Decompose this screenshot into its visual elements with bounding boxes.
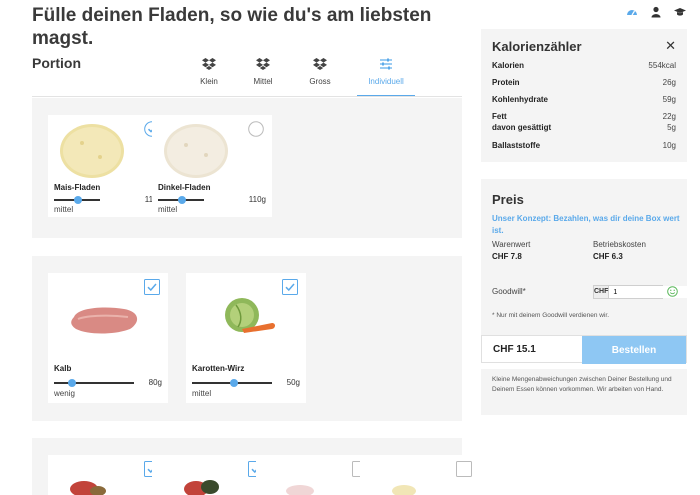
tab-label: Individuell: [368, 77, 404, 86]
slider-handle[interactable]: [68, 379, 76, 387]
nutrition-row: Kalorien 554kcal: [492, 61, 676, 73]
calorie-counter: Kalorienzähler ✕ Kalorien 554kcal Protein…: [481, 29, 687, 162]
nutrition-value: 26g: [662, 78, 676, 87]
bread-card-dinkel[interactable]: Dinkel-Fladen 110g mittel: [152, 115, 272, 217]
ingredient-name: Karotten-Wirz: [192, 364, 245, 373]
goodwill-label: Goodwill*: [492, 287, 526, 296]
extra-card[interactable]: [152, 455, 272, 495]
goodwill-input[interactable]: [609, 286, 700, 298]
tab-gross[interactable]: Gross: [291, 57, 349, 97]
ingredient-amount: 80g: [148, 378, 162, 387]
order-bar: CHF 15.1 Bestellen: [481, 335, 687, 364]
tab-label: Gross: [309, 77, 331, 86]
nutrition-label: davon gesättigt: [492, 123, 552, 132]
slider-handle[interactable]: [230, 379, 238, 387]
dashboard-icon[interactable]: [626, 6, 638, 18]
nutrition-value: 10g: [662, 141, 676, 150]
tab-label: Klein: [200, 77, 218, 86]
warenwert-value: CHF 7.8: [492, 252, 522, 261]
close-icon[interactable]: ✕: [665, 38, 676, 54]
nutrition-row: davon gesättigt 5g: [492, 123, 676, 135]
ingredient-amount: 50g: [286, 378, 300, 387]
nutrition-value: 5g: [667, 123, 676, 132]
nutrition-row: Protein 26g: [492, 78, 676, 90]
nutrition-value: 59g: [662, 95, 676, 104]
filling-panel: Kalb 80g wenig Karotten-Wirz 50g mittel: [32, 256, 462, 421]
amount-slider[interactable]: [158, 196, 204, 204]
dropbox-icon: [313, 58, 327, 70]
bread-panel: Mais-Fladen 110g mittel Dinkel-Fladen 11…: [32, 98, 462, 238]
ingredient-name: Kalb: [54, 364, 72, 373]
tab-label: Mittel: [253, 77, 273, 86]
ingredient-amount: 110g: [248, 195, 266, 204]
bread-card-mais[interactable]: Mais-Fladen 110g mittel: [48, 115, 168, 217]
portion-label: Portion: [32, 55, 81, 71]
tab-individuell[interactable]: Individuell: [357, 57, 415, 97]
nutrition-row: Kohlenhydrate 59g: [492, 95, 676, 107]
page-title: Fülle deinen Fladen, so wie du's am lieb…: [32, 5, 432, 49]
betriebskosten-label: Betriebskosten: [593, 240, 646, 249]
extra-card[interactable]: [48, 455, 168, 495]
sliders-icon: [380, 58, 392, 70]
extra-card[interactable]: [360, 455, 480, 495]
checkbox-checked[interactable]: [282, 279, 298, 295]
filling-card-karotten-wirz[interactable]: Karotten-Wirz 50g mittel: [186, 273, 306, 403]
graduation-cap-icon[interactable]: [674, 6, 686, 18]
total-price: CHF 15.1: [493, 344, 536, 355]
ingredient-size: wenig: [54, 389, 75, 398]
ingredient-size: mittel: [158, 205, 178, 214]
price-panel: Preis Unser Konzept: Bezahlen, was dir d…: [481, 179, 700, 335]
nutrition-label: Fett: [492, 112, 507, 121]
ingredient-size: mittel: [54, 205, 74, 214]
dropbox-icon: [202, 58, 216, 70]
concept-text: Unser Konzept: Bezahlen, was dir deine B…: [492, 214, 680, 235]
order-button[interactable]: Bestellen: [582, 336, 686, 364]
slider-handle[interactable]: [178, 196, 186, 204]
nutrition-value: 22g: [662, 112, 676, 121]
nutrition-label: Kohlenhydrate: [492, 95, 549, 104]
extra-card[interactable]: [256, 455, 376, 495]
nutrition-label: Protein: [492, 78, 520, 87]
nutrition-label: Kalorien: [492, 61, 525, 70]
checkbox-unchecked[interactable]: [248, 121, 264, 137]
checkbox-unchecked[interactable]: [456, 461, 472, 477]
price-title: Preis: [492, 192, 524, 207]
amount-slider[interactable]: [54, 196, 100, 204]
portion-tabs: Klein Mittel Gross Individuell: [180, 57, 464, 97]
fine-print: Kleine Mengenabweichungen zwischen Deine…: [481, 369, 687, 415]
betriebskosten-value: CHF 6.3: [593, 252, 623, 261]
tab-klein[interactable]: Klein: [180, 57, 238, 97]
amount-slider[interactable]: [192, 379, 272, 387]
user-icon[interactable]: [650, 6, 662, 18]
calorie-title: Kalorienzähler: [492, 39, 582, 54]
warenwert-label: Warenwert: [492, 240, 531, 249]
slider-handle[interactable]: [74, 196, 82, 204]
extras-panel: [32, 438, 480, 495]
nutrition-value: 554kcal: [648, 61, 676, 70]
nutrition-label: Ballaststoffe: [492, 141, 541, 150]
checkbox-checked[interactable]: [144, 279, 160, 295]
filling-card-kalb[interactable]: Kalb 80g wenig: [48, 273, 168, 403]
nutrition-row: Ballaststoffe 10g: [492, 141, 676, 153]
amount-slider[interactable]: [54, 379, 134, 387]
goodwill-note: * Nur mit deinem Goodwill verdienen wir.: [492, 312, 610, 319]
ingredient-name: Dinkel-Fladen: [158, 183, 211, 192]
smiley-icon: [667, 286, 678, 297]
ingredient-name: Mais-Fladen: [54, 183, 101, 192]
top-icons: [626, 6, 686, 18]
goodwill-stepper: CHF ▲▼: [593, 285, 700, 299]
ingredient-size: mittel: [192, 389, 212, 398]
tabs-divider: [32, 96, 462, 97]
tab-mittel[interactable]: Mittel: [234, 57, 292, 97]
dropbox-icon: [256, 58, 270, 70]
goodwill-currency: CHF: [594, 286, 610, 298]
